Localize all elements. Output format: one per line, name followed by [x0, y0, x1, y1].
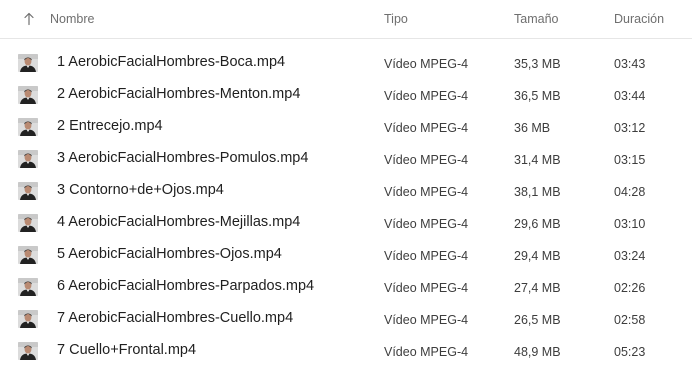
file-row[interactable]: 1 AerobicFacialHombres-Boca.mp4 Vídeo MP…	[0, 46, 692, 78]
file-size: 26,5 MB	[514, 313, 561, 327]
video-thumbnail-icon	[18, 54, 38, 72]
file-size: 27,4 MB	[514, 281, 561, 295]
file-duration: 02:26	[614, 281, 646, 295]
video-thumbnail-icon	[18, 86, 38, 104]
file-duration: 03:10	[614, 217, 646, 231]
video-thumbnail-icon	[18, 214, 38, 232]
file-type: Vídeo MPEG-4	[384, 121, 469, 135]
file-size: 36,5 MB	[514, 89, 561, 103]
file-size: 36 MB	[514, 121, 551, 135]
file-name: 2 Entrecejo.mp4	[57, 118, 163, 134]
file-rows: 1 AerobicFacialHombres-Boca.mp4 Vídeo MP…	[0, 46, 692, 366]
file-type: Vídeo MPEG-4	[384, 345, 469, 359]
file-row[interactable]: 5 AerobicFacialHombres-Ojos.mp4 Vídeo MP…	[0, 238, 692, 270]
file-name: 7 AerobicFacialHombres-Cuello.mp4	[57, 310, 294, 326]
file-type: Vídeo MPEG-4	[384, 249, 469, 263]
column-header-name[interactable]: Nombre	[50, 12, 94, 26]
file-row[interactable]: 6 AerobicFacialHombres-Parpados.mp4 Víde…	[0, 270, 692, 302]
file-size: 29,6 MB	[514, 217, 561, 231]
video-thumbnail-icon	[18, 310, 38, 328]
file-name: 2 AerobicFacialHombres-Menton.mp4	[57, 86, 301, 102]
column-header-type[interactable]: Tipo	[384, 12, 408, 26]
file-size: 29,4 MB	[514, 249, 561, 263]
file-duration: 03:44	[614, 89, 646, 103]
file-duration: 03:24	[614, 249, 646, 263]
video-thumbnail-icon	[18, 246, 38, 264]
file-size: 48,9 MB	[514, 345, 561, 359]
file-name: 7 Cuello+Frontal.mp4	[57, 342, 197, 358]
file-duration: 03:12	[614, 121, 646, 135]
file-row[interactable]: 4 AerobicFacialHombres-Mejillas.mp4 Víde…	[0, 206, 692, 238]
file-name: 5 AerobicFacialHombres-Ojos.mp4	[57, 246, 282, 262]
file-name: 1 AerobicFacialHombres-Boca.mp4	[57, 54, 286, 70]
file-name: 3 Contorno+de+Ojos.mp4	[57, 182, 224, 198]
file-row[interactable]: 2 AerobicFacialHombres-Menton.mp4 Vídeo …	[0, 78, 692, 110]
file-name: 6 AerobicFacialHombres-Parpados.mp4	[57, 278, 315, 294]
arrow-up-icon[interactable]	[23, 11, 35, 27]
column-header-duration[interactable]: Duración	[614, 12, 664, 26]
file-row[interactable]: 7 AerobicFacialHombres-Cuello.mp4 Vídeo …	[0, 302, 692, 334]
file-row[interactable]: 3 AerobicFacialHombres-Pomulos.mp4 Vídeo…	[0, 142, 692, 174]
video-thumbnail-icon	[18, 150, 38, 168]
file-size: 31,4 MB	[514, 153, 561, 167]
file-duration: 05:23	[614, 345, 646, 359]
file-duration: 04:28	[614, 185, 646, 199]
file-row[interactable]: 7 Cuello+Frontal.mp4 Vídeo MPEG-4 48,9 M…	[0, 334, 692, 366]
file-type: Vídeo MPEG-4	[384, 57, 469, 71]
file-duration: 03:15	[614, 153, 646, 167]
file-duration: 03:43	[614, 57, 646, 71]
column-header-size[interactable]: Tamaño	[514, 12, 558, 26]
file-type: Vídeo MPEG-4	[384, 89, 469, 103]
file-duration: 02:58	[614, 313, 646, 327]
file-type: Vídeo MPEG-4	[384, 217, 469, 231]
video-thumbnail-icon	[18, 118, 38, 136]
video-thumbnail-icon	[18, 182, 38, 200]
column-header-row: Nombre Tipo Tamaño Duración	[0, 0, 692, 39]
file-size: 35,3 MB	[514, 57, 561, 71]
file-name: 4 AerobicFacialHombres-Mejillas.mp4	[57, 214, 301, 230]
file-row[interactable]: 3 Contorno+de+Ojos.mp4 Vídeo MPEG-4 38,1…	[0, 174, 692, 206]
file-type: Vídeo MPEG-4	[384, 281, 469, 295]
file-row[interactable]: 2 Entrecejo.mp4 Vídeo MPEG-4 36 MB 03:12	[0, 110, 692, 142]
video-thumbnail-icon	[18, 342, 38, 360]
file-type: Vídeo MPEG-4	[384, 153, 469, 167]
file-list: Nombre Tipo Tamaño Duración 1 AerobicFac…	[0, 0, 692, 383]
file-type: Vídeo MPEG-4	[384, 185, 469, 199]
video-thumbnail-icon	[18, 278, 38, 296]
file-name: 3 AerobicFacialHombres-Pomulos.mp4	[57, 150, 309, 166]
file-size: 38,1 MB	[514, 185, 561, 199]
file-type: Vídeo MPEG-4	[384, 313, 469, 327]
